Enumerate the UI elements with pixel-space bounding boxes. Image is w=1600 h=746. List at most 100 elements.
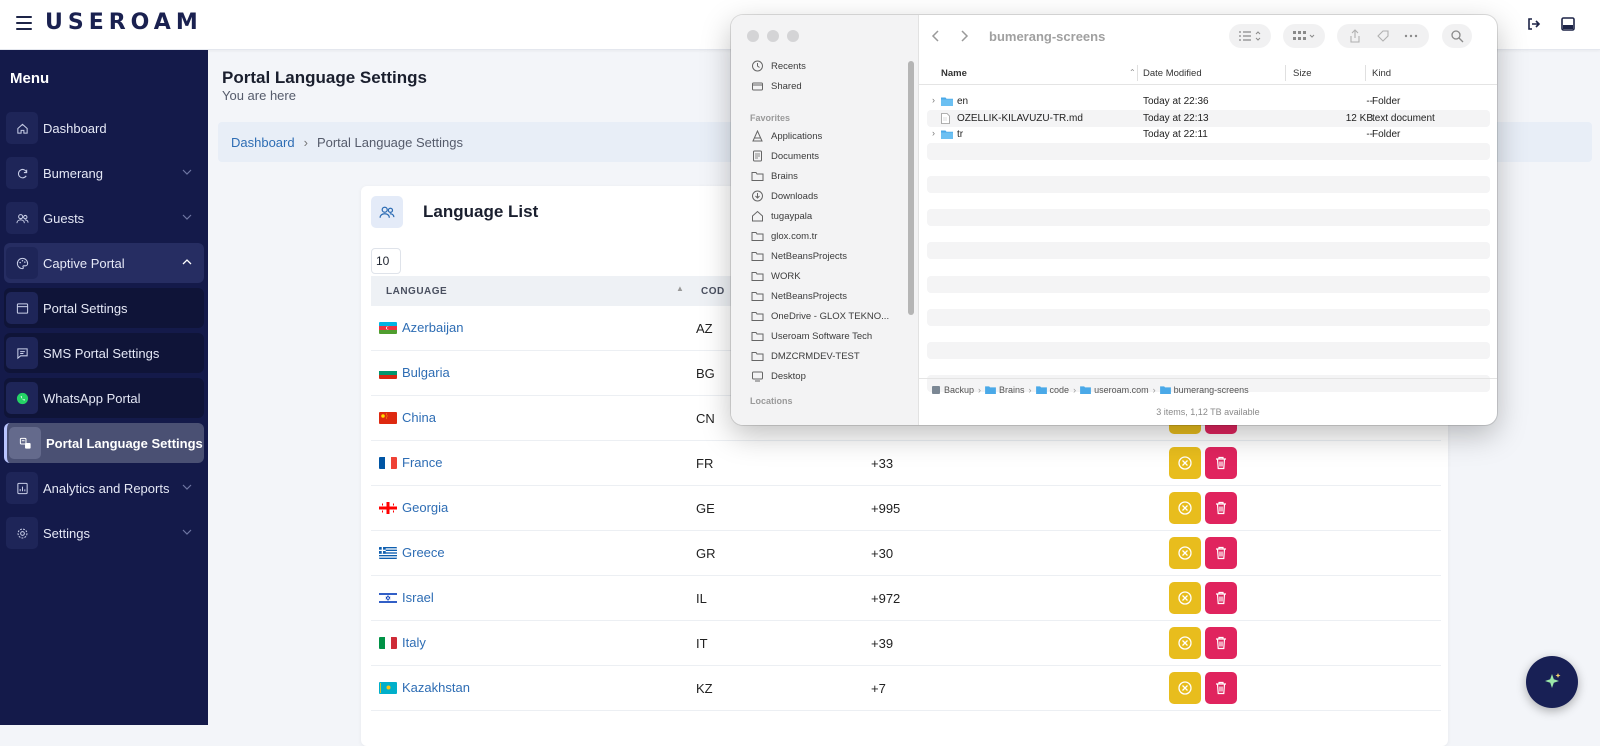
delete-button[interactable] xyxy=(1205,672,1237,704)
finder-sidebar-shared[interactable]: Shared xyxy=(751,77,802,95)
path-segment[interactable]: Backup xyxy=(931,385,974,395)
close-window-button[interactable] xyxy=(747,30,759,42)
finder-sidebar-item[interactable]: OneDrive - GLOX TEKNO... xyxy=(751,307,889,325)
delete-button[interactable] xyxy=(1205,492,1237,524)
column-kind[interactable]: Kind xyxy=(1372,68,1391,79)
search-icon[interactable] xyxy=(1442,24,1472,48)
deactivate-button[interactable] xyxy=(1169,627,1201,659)
finder-sidebar-item[interactable]: NetBeansProjects xyxy=(751,287,847,305)
cancel-circle-icon xyxy=(1178,681,1192,695)
language-link[interactable]: China xyxy=(402,410,436,425)
language-link[interactable]: Kazakhstan xyxy=(402,680,470,695)
sidebar-item-analytics-and-reports[interactable]: Analytics and Reports xyxy=(4,468,204,508)
share-icon[interactable] xyxy=(1348,29,1362,43)
sort-up-icon[interactable]: ⌃ xyxy=(1129,68,1136,77)
column-date-modified[interactable]: Date Modified xyxy=(1143,68,1202,79)
sidebar-item-whatsapp-portal[interactable]: WhatsApp Portal xyxy=(4,378,204,418)
panel-toggle-icon[interactable] xyxy=(1560,16,1576,32)
finder-sidebar-item[interactable]: tugaypala xyxy=(751,207,812,225)
sidebar-item-portal-language-settings[interactable]: Portal Language Settings xyxy=(4,423,204,463)
deactivate-button[interactable] xyxy=(1169,447,1201,479)
path-segment[interactable]: useroam.com xyxy=(1080,385,1149,395)
column-header-language[interactable]: LANGUAGE xyxy=(386,286,447,297)
file-row[interactable]: OZELLIK-KILAVUZU-TR.md Today at 22:13 12 K… xyxy=(927,109,1490,127)
sidebar-item-sms-portal-settings[interactable]: SMS Portal Settings xyxy=(4,333,204,373)
path-segment[interactable]: code xyxy=(1035,385,1069,395)
sidebar-scrollbar[interactable] xyxy=(908,61,914,315)
tag-icon[interactable] xyxy=(1376,29,1390,43)
deactivate-button[interactable] xyxy=(1169,537,1201,569)
grid-view-icon[interactable] xyxy=(1283,24,1325,48)
empty-row xyxy=(927,275,1490,293)
breadcrumb-current: Portal Language Settings xyxy=(316,134,463,150)
finder-sidebar-item[interactable]: NetBeansProjects xyxy=(751,247,847,265)
file-row[interactable]: › tr Today at 22:11 -- Folder xyxy=(927,126,1490,143)
trash-icon xyxy=(1216,591,1226,605)
users-icon xyxy=(6,202,38,234)
sidebar-item-dashboard[interactable]: Dashboard xyxy=(4,108,204,148)
phone-code: +7 xyxy=(871,681,886,696)
deactivate-button[interactable] xyxy=(1169,582,1201,614)
sidebar-item-guests[interactable]: Guests xyxy=(4,198,204,238)
path-bar: Backup › Brains › code › useroam.com › bumerang-… xyxy=(919,378,1497,400)
sidebar-item-settings[interactable]: Settings xyxy=(4,513,204,553)
page-size-select[interactable]: 10 xyxy=(371,248,401,274)
language-link[interactable]: Greece xyxy=(402,545,445,560)
delete-button[interactable] xyxy=(1205,537,1237,569)
sidebar-item-captive-portal[interactable]: Captive Portal xyxy=(4,243,204,283)
delete-button[interactable] xyxy=(1205,582,1237,614)
language-link[interactable]: Bulgaria xyxy=(402,365,450,380)
path-segment[interactable]: Brains xyxy=(985,385,1025,395)
finder-sidebar-item[interactable]: Documents xyxy=(751,147,819,165)
more-options-icon[interactable] xyxy=(1404,29,1418,43)
file-size: -- xyxy=(1366,129,1373,141)
finder-sidebar-item[interactable]: DMZCRMDEV-TEST xyxy=(751,347,860,365)
phone-code: +995 xyxy=(871,501,901,516)
path-separator: › xyxy=(1152,384,1156,395)
disclosure-triangle-icon[interactable]: › xyxy=(932,95,935,105)
column-header-code[interactable]: COD xyxy=(701,286,725,297)
sort-asc-icon[interactable]: ▲ xyxy=(676,284,684,293)
sidebar-item-portal-settings[interactable]: Portal Settings xyxy=(4,288,204,328)
language-code: FR xyxy=(696,456,714,471)
finder-sidebar-item[interactable]: glox.com.tr xyxy=(751,227,817,245)
language-link[interactable]: France xyxy=(402,455,442,470)
hamburger-menu-icon[interactable] xyxy=(16,16,32,30)
finder-sidebar-recents[interactable]: Recents xyxy=(751,57,806,75)
logout-icon[interactable] xyxy=(1526,16,1542,32)
file-row[interactable]: › en Today at 22:36 -- Folder xyxy=(927,93,1490,110)
language-link[interactable]: Georgia xyxy=(402,500,448,515)
favorites-header: Favorites xyxy=(750,113,791,123)
language-code: GE xyxy=(696,501,715,516)
sidebar-item-bumerang[interactable]: Bumerang xyxy=(4,153,204,193)
table-row: Israel IL +972 xyxy=(371,576,1441,621)
language-link[interactable]: Israel xyxy=(402,590,434,605)
back-button[interactable] xyxy=(925,25,947,47)
ai-assistant-button[interactable] xyxy=(1526,656,1578,708)
finder-sidebar-item[interactable]: Brains xyxy=(751,167,798,185)
deactivate-button[interactable] xyxy=(1169,492,1201,524)
finder-sidebar-item[interactable]: WORK xyxy=(751,267,801,285)
chevron-down-icon xyxy=(182,169,192,175)
column-name[interactable]: Name xyxy=(941,68,967,79)
finder-sidebar-item[interactable]: Downloads xyxy=(751,187,818,205)
delete-button[interactable] xyxy=(1205,447,1237,479)
finder-sidebar-item[interactable]: Desktop xyxy=(751,367,806,385)
column-size[interactable]: Size xyxy=(1293,68,1311,79)
breadcrumb-home-link[interactable]: Dashboard xyxy=(231,135,295,150)
minimize-window-button[interactable] xyxy=(767,30,779,42)
finder-sidebar-item[interactable]: Useroam Software Tech xyxy=(751,327,872,345)
language-link[interactable]: Italy xyxy=(402,635,426,650)
brand-logo[interactable]: USEROAM xyxy=(45,10,203,35)
zoom-window-button[interactable] xyxy=(787,30,799,42)
path-segment[interactable]: bumerang-screens xyxy=(1159,385,1249,395)
gear-icon xyxy=(6,517,38,549)
disclosure-triangle-icon[interactable]: › xyxy=(932,128,935,138)
language-link[interactable]: Azerbaijan xyxy=(402,320,463,335)
delete-button[interactable] xyxy=(1205,627,1237,659)
deactivate-button[interactable] xyxy=(1169,672,1201,704)
forward-button[interactable] xyxy=(953,25,975,47)
list-view-icon[interactable] xyxy=(1229,24,1271,48)
sidebar-item-label: Captive Portal xyxy=(43,255,125,271)
finder-sidebar-item[interactable]: Applications xyxy=(751,127,822,145)
